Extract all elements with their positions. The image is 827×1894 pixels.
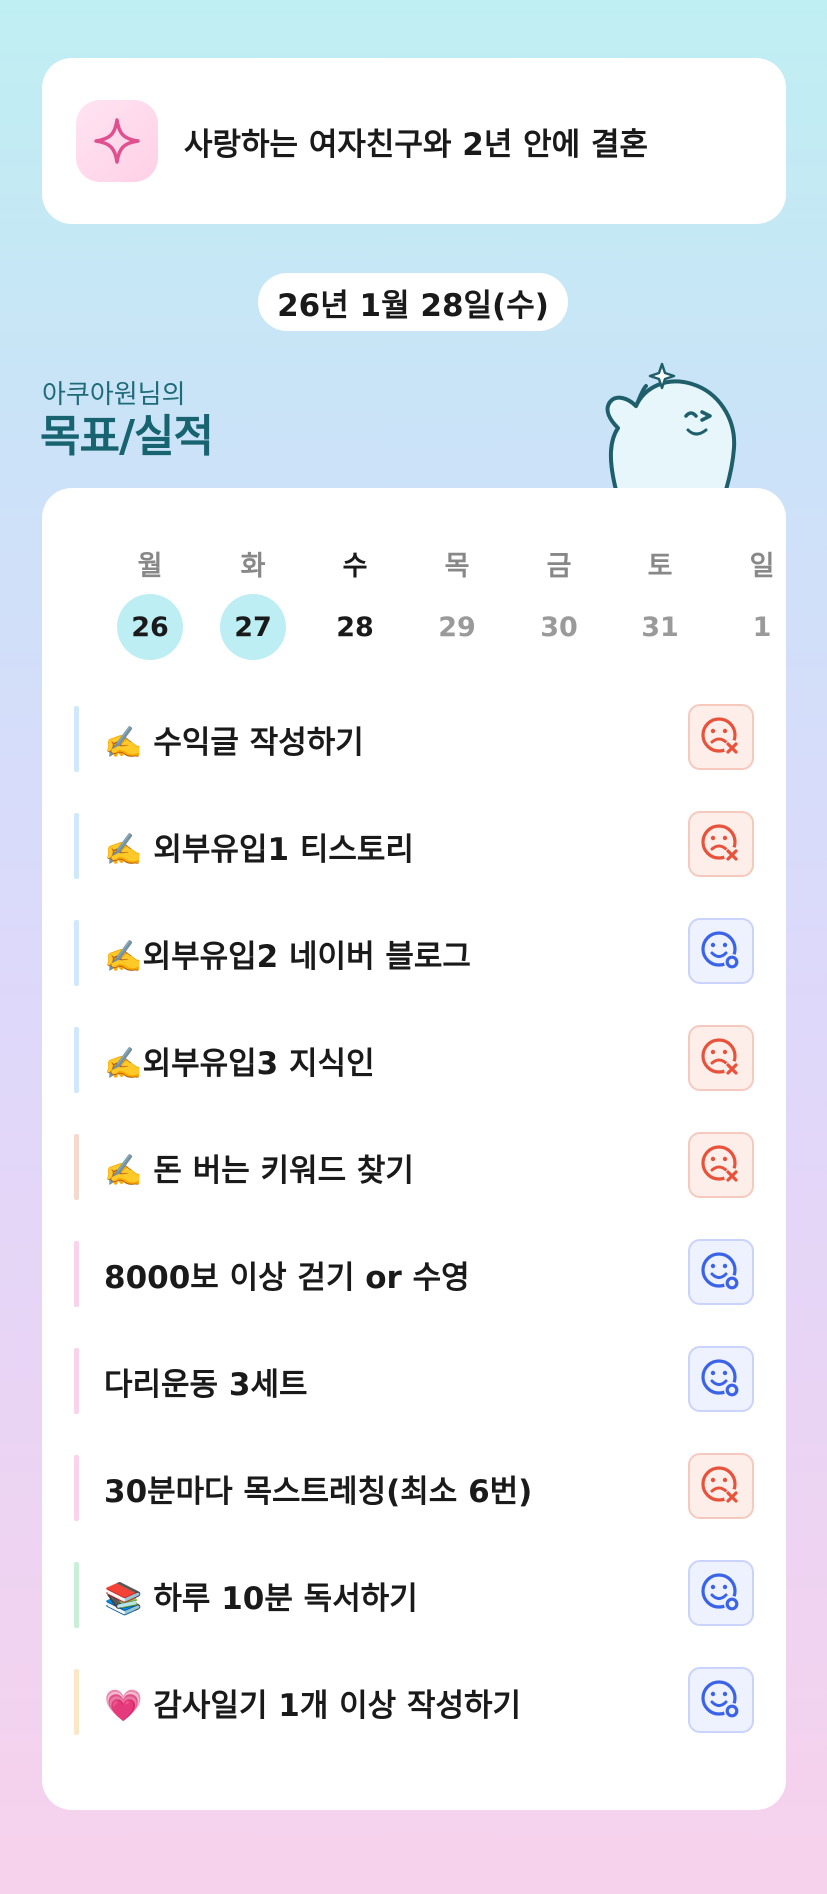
day-number[interactable]: 29: [424, 594, 490, 660]
task-label: 다리운동 3세트: [104, 1366, 308, 1403]
day-number[interactable]: 28: [322, 594, 388, 660]
day-number[interactable]: 30: [526, 594, 592, 660]
status-success-icon[interactable]: [688, 1239, 754, 1305]
status-success-icon[interactable]: [688, 1667, 754, 1733]
task-color-bar: [74, 1134, 79, 1200]
sparkle-icon: [76, 100, 158, 182]
task-color-bar: [74, 706, 79, 772]
task-row[interactable]: 📚 하루 10분 독서하기: [74, 1560, 754, 1628]
day-label: 일: [749, 551, 775, 582]
task-row[interactable]: ✍️외부유입2 네이버 블로그: [74, 918, 754, 986]
task-color-bar: [74, 1455, 79, 1521]
day-label: 금: [546, 551, 572, 582]
goals-card: 월 26 화 27 수 28 목 29 금 30 토 31 일 1 ✍️ 수익글…: [42, 488, 786, 1810]
day-label: 수: [342, 551, 368, 582]
date-pill[interactable]: 26년 1월 28일(수): [258, 273, 568, 331]
task-color-bar: [74, 1669, 79, 1735]
task-label: ✍️ 돈 버는 키워드 찾기: [104, 1152, 414, 1189]
status-fail-icon[interactable]: [688, 1132, 754, 1198]
goal-card[interactable]: 사랑하는 여자친구와 2년 안에 결혼: [42, 58, 786, 224]
task-row[interactable]: 💗 감사일기 1개 이상 작성하기: [74, 1667, 754, 1735]
task-label: 30분마다 목스트레칭(최소 6번): [104, 1473, 533, 1510]
task-label: ✍️외부유입3 지식인: [104, 1045, 375, 1082]
task-color-bar: [74, 920, 79, 986]
task-label: ✍️외부유입2 네이버 블로그: [104, 938, 471, 975]
status-fail-icon[interactable]: [688, 811, 754, 877]
day-number[interactable]: 26: [117, 594, 183, 660]
task-row[interactable]: 8000보 이상 걷기 or 수영: [74, 1239, 754, 1307]
goal-text: 사랑하는 여자친구와 2년 안에 결혼: [184, 126, 649, 163]
status-fail-icon[interactable]: [688, 1025, 754, 1091]
task-row[interactable]: ✍️외부유입3 지식인: [74, 1025, 754, 1093]
task-row[interactable]: ✍️ 수익글 작성하기: [74, 704, 754, 772]
task-color-bar: [74, 1562, 79, 1628]
status-success-icon[interactable]: [688, 1346, 754, 1412]
task-row[interactable]: ✍️ 외부유입1 티스토리: [74, 811, 754, 879]
task-label: ✍️ 외부유입1 티스토리: [104, 831, 414, 868]
task-label: 8000보 이상 걷기 or 수영: [104, 1259, 470, 1296]
day-number[interactable]: 27: [220, 594, 286, 660]
day-label: 목: [444, 551, 470, 582]
owner-title: 목표/실적: [40, 411, 214, 462]
status-fail-icon[interactable]: [688, 704, 754, 770]
day-label: 월: [137, 551, 163, 582]
task-color-bar: [74, 1348, 79, 1414]
task-color-bar: [74, 1027, 79, 1093]
mascot-illustration: [605, 362, 737, 490]
day-number[interactable]: 31: [627, 594, 693, 660]
task-label: ✍️ 수익글 작성하기: [104, 724, 364, 761]
task-row[interactable]: 30분마다 목스트레칭(최소 6번): [74, 1453, 754, 1521]
status-success-icon[interactable]: [688, 1560, 754, 1626]
task-row[interactable]: ✍️ 돈 버는 키워드 찾기: [74, 1132, 754, 1200]
day-label: 토: [647, 551, 673, 582]
task-row[interactable]: 다리운동 3세트: [74, 1346, 754, 1414]
status-success-icon[interactable]: [688, 918, 754, 984]
task-label: 📚 하루 10분 독서하기: [104, 1580, 418, 1617]
day-label: 화: [240, 551, 266, 582]
day-number[interactable]: 1: [729, 594, 795, 660]
task-color-bar: [74, 813, 79, 879]
status-fail-icon[interactable]: [688, 1453, 754, 1519]
task-label: 💗 감사일기 1개 이상 작성하기: [104, 1687, 522, 1724]
task-color-bar: [74, 1241, 79, 1307]
